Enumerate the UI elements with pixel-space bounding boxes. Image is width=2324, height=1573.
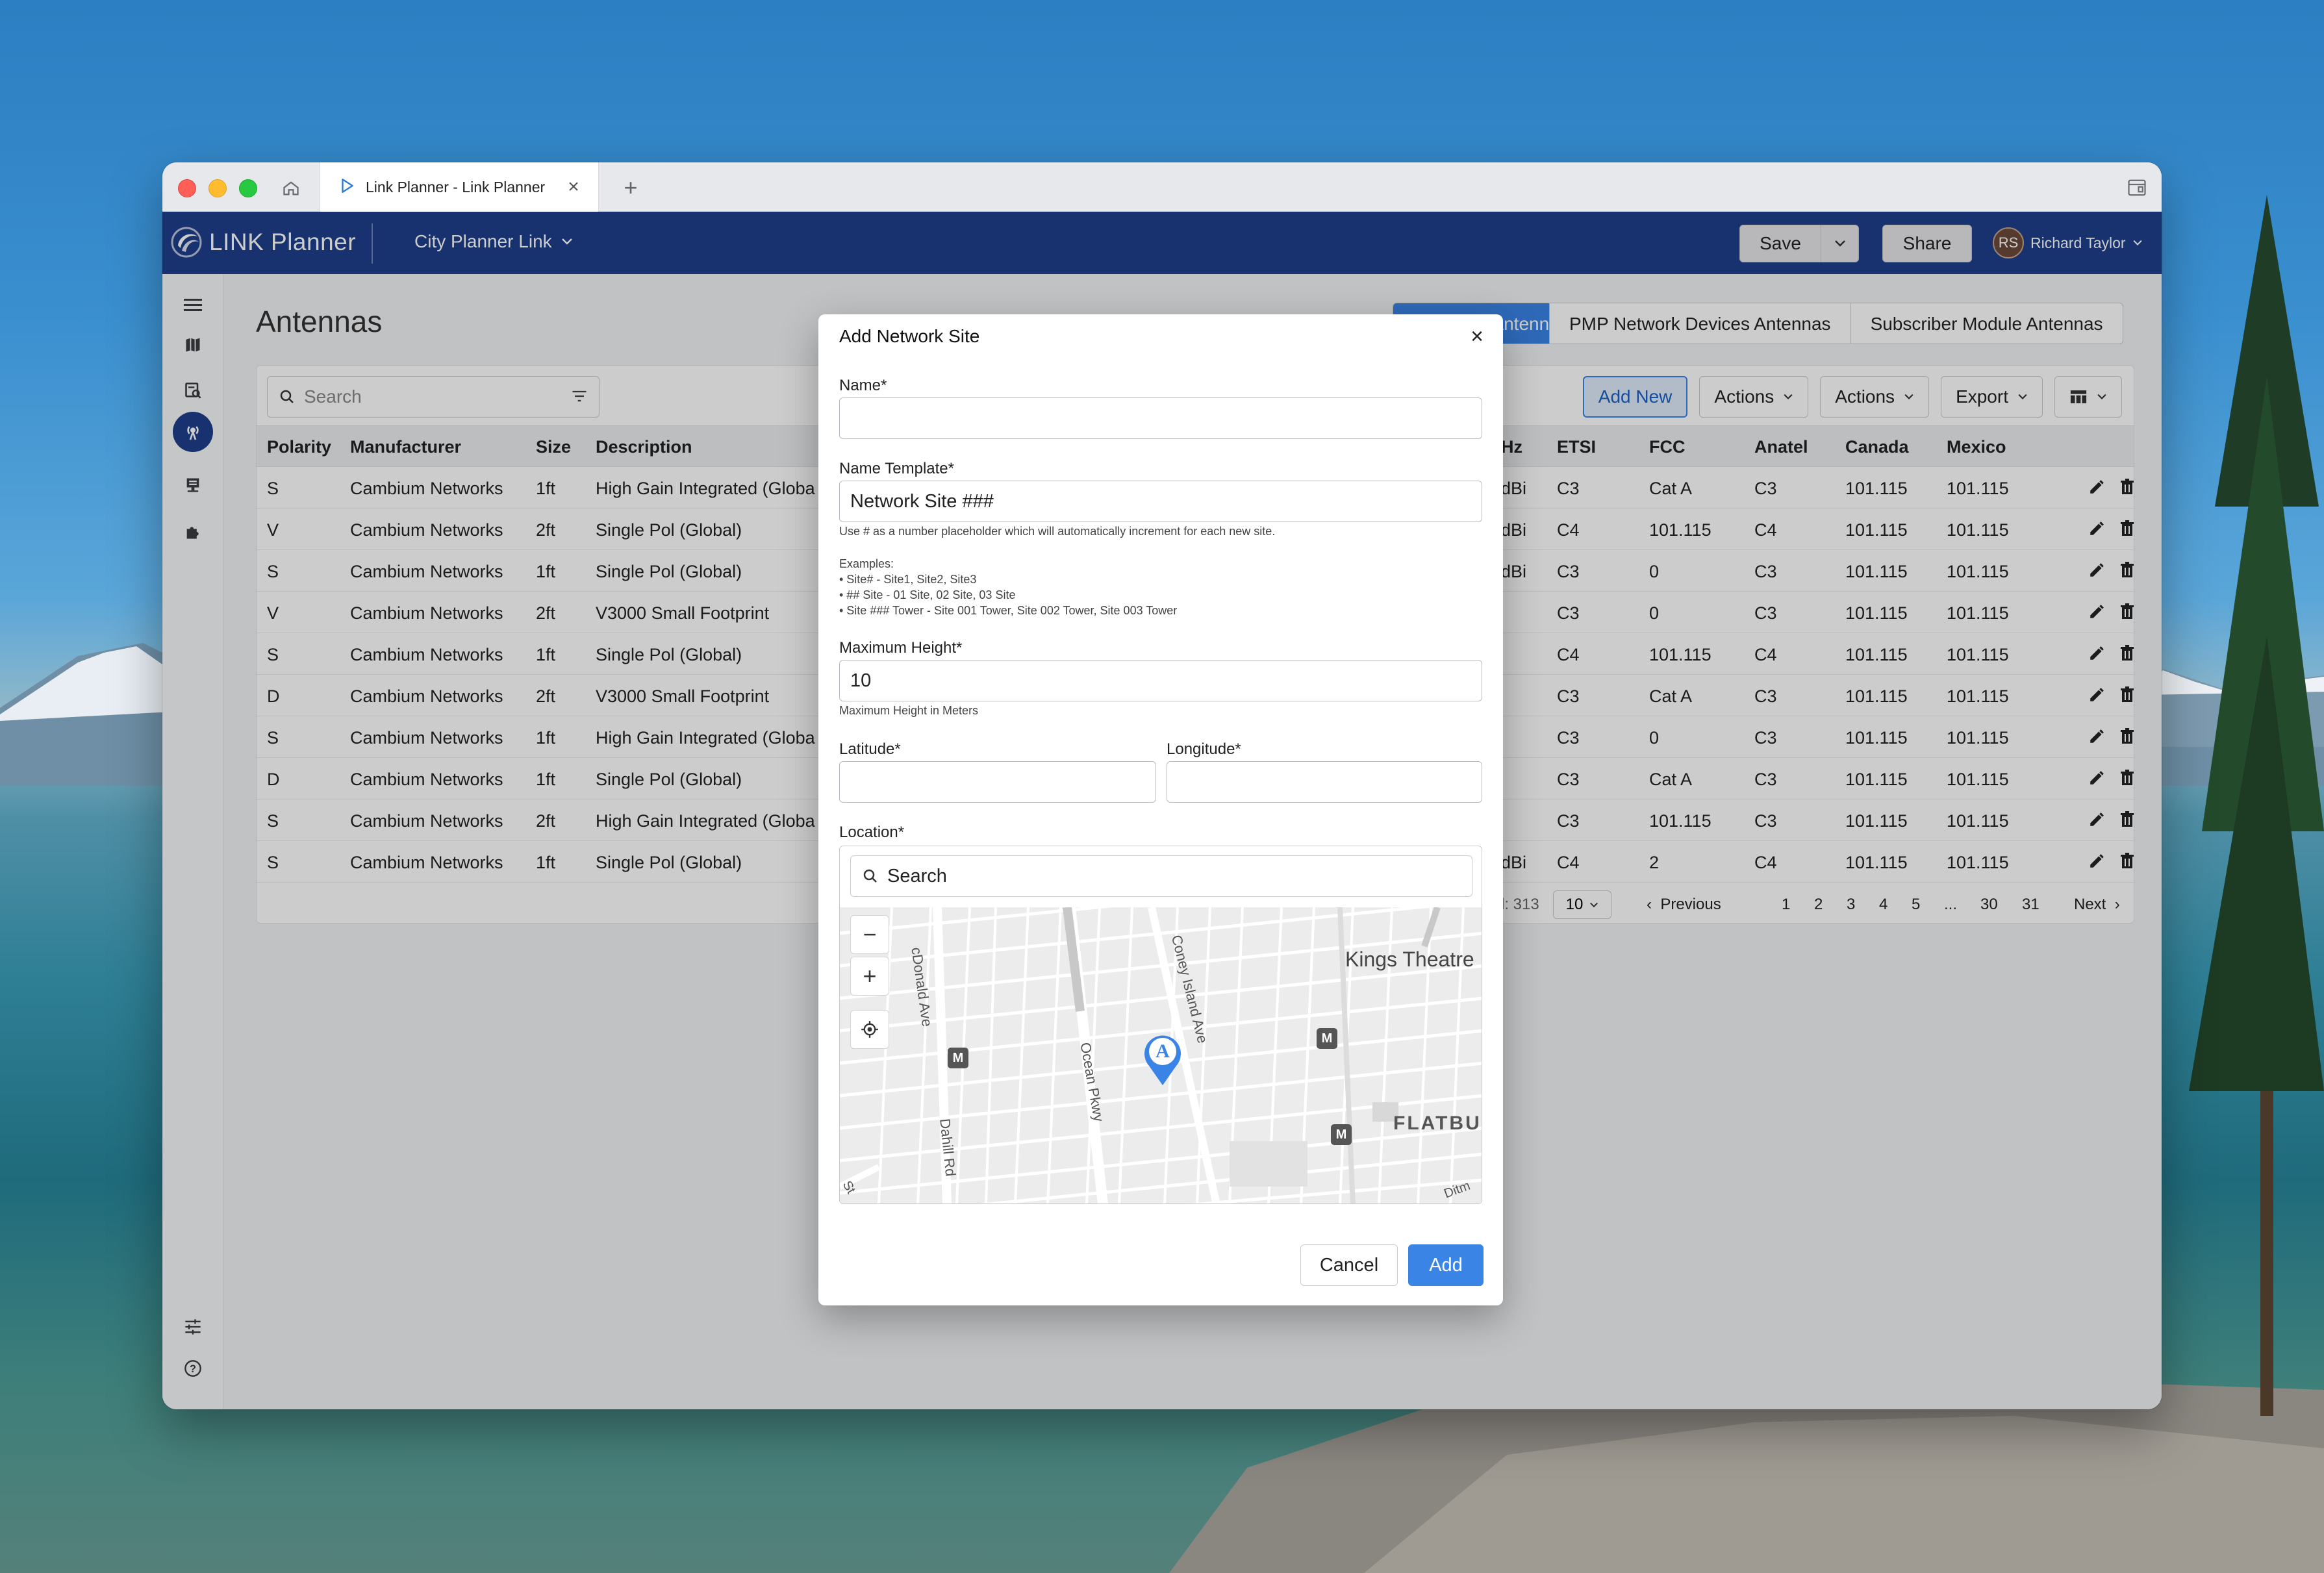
location-picker: Search − + cDonald Ave Coney Island Ave … [839, 846, 1482, 1204]
max-height-help: Maximum Height in Meters [839, 704, 979, 717]
example-3: • Site ### Tower - Site 001 Tower, Site … [839, 604, 1178, 617]
close-tab-icon[interactable]: × [563, 176, 584, 197]
name-input[interactable] [839, 397, 1482, 439]
play-icon [338, 177, 355, 197]
browser-tab[interactable]: Link Planner - Link Planner × [320, 162, 599, 212]
tab-title: Link Planner - Link Planner [366, 179, 546, 195]
crosshair-icon [861, 1021, 878, 1038]
marker-label: A [1156, 1040, 1170, 1062]
home-icon[interactable] [278, 175, 304, 201]
add-network-site-dialog: Add Network Site × Name* Name Template* … [818, 314, 1503, 1305]
examples-title: Examples: [839, 557, 894, 570]
map-view[interactable]: − + cDonald Ave Coney Island Ave Ocean P… [840, 907, 1482, 1203]
longitude-label: Longitude* [1167, 740, 1241, 758]
map-label-kings: Kings Theatre [1345, 948, 1474, 971]
max-height-label: Maximum Height* [839, 639, 963, 657]
name-label: Name* [839, 377, 887, 394]
longitude-input[interactable] [1167, 761, 1482, 803]
close-icon[interactable]: × [1465, 324, 1489, 349]
desktop-trees [2189, 195, 2324, 1416]
search-icon [863, 869, 877, 883]
metro-icon: M [1317, 1028, 1337, 1049]
sidebar-toggle-icon[interactable] [2124, 175, 2150, 200]
minimize-window-button[interactable] [208, 179, 227, 197]
map-label-flatbush: FLATBUS [1393, 1113, 1482, 1134]
example-2: • ## Site - 01 Site, 02 Site, 03 Site [839, 588, 1016, 601]
latitude-label: Latitude* [839, 740, 901, 758]
dialog-title: Add Network Site [839, 326, 980, 346]
map-search-input[interactable]: Search [850, 855, 1472, 897]
location-label: Location* [839, 824, 905, 841]
zoom-out-button[interactable]: − [850, 915, 889, 954]
metro-icon: M [1331, 1124, 1352, 1145]
locate-me-button[interactable] [850, 1010, 889, 1049]
add-button[interactable]: Add [1408, 1244, 1484, 1286]
max-height-input[interactable]: 10 [839, 660, 1482, 701]
name-template-input[interactable]: Network Site ### [839, 481, 1482, 522]
name-template-help: Use # as a number placeholder which will… [839, 525, 1276, 538]
example-1: • Site# - Site1, Site2, Site3 [839, 573, 977, 586]
cancel-button[interactable]: Cancel [1300, 1244, 1398, 1286]
zoom-in-button[interactable]: + [850, 957, 889, 996]
maximize-window-button[interactable] [239, 179, 257, 197]
map-search-placeholder: Search [887, 865, 947, 887]
latitude-input[interactable] [839, 761, 1156, 803]
name-template-label: Name Template* [839, 460, 954, 477]
metro-icon: M [948, 1048, 968, 1068]
location-marker[interactable]: A [1140, 1029, 1185, 1088]
close-window-button[interactable] [178, 179, 196, 197]
browser-titlebar: Link Planner - Link Planner × + [162, 162, 2162, 212]
new-tab-button[interactable]: + [617, 174, 644, 201]
